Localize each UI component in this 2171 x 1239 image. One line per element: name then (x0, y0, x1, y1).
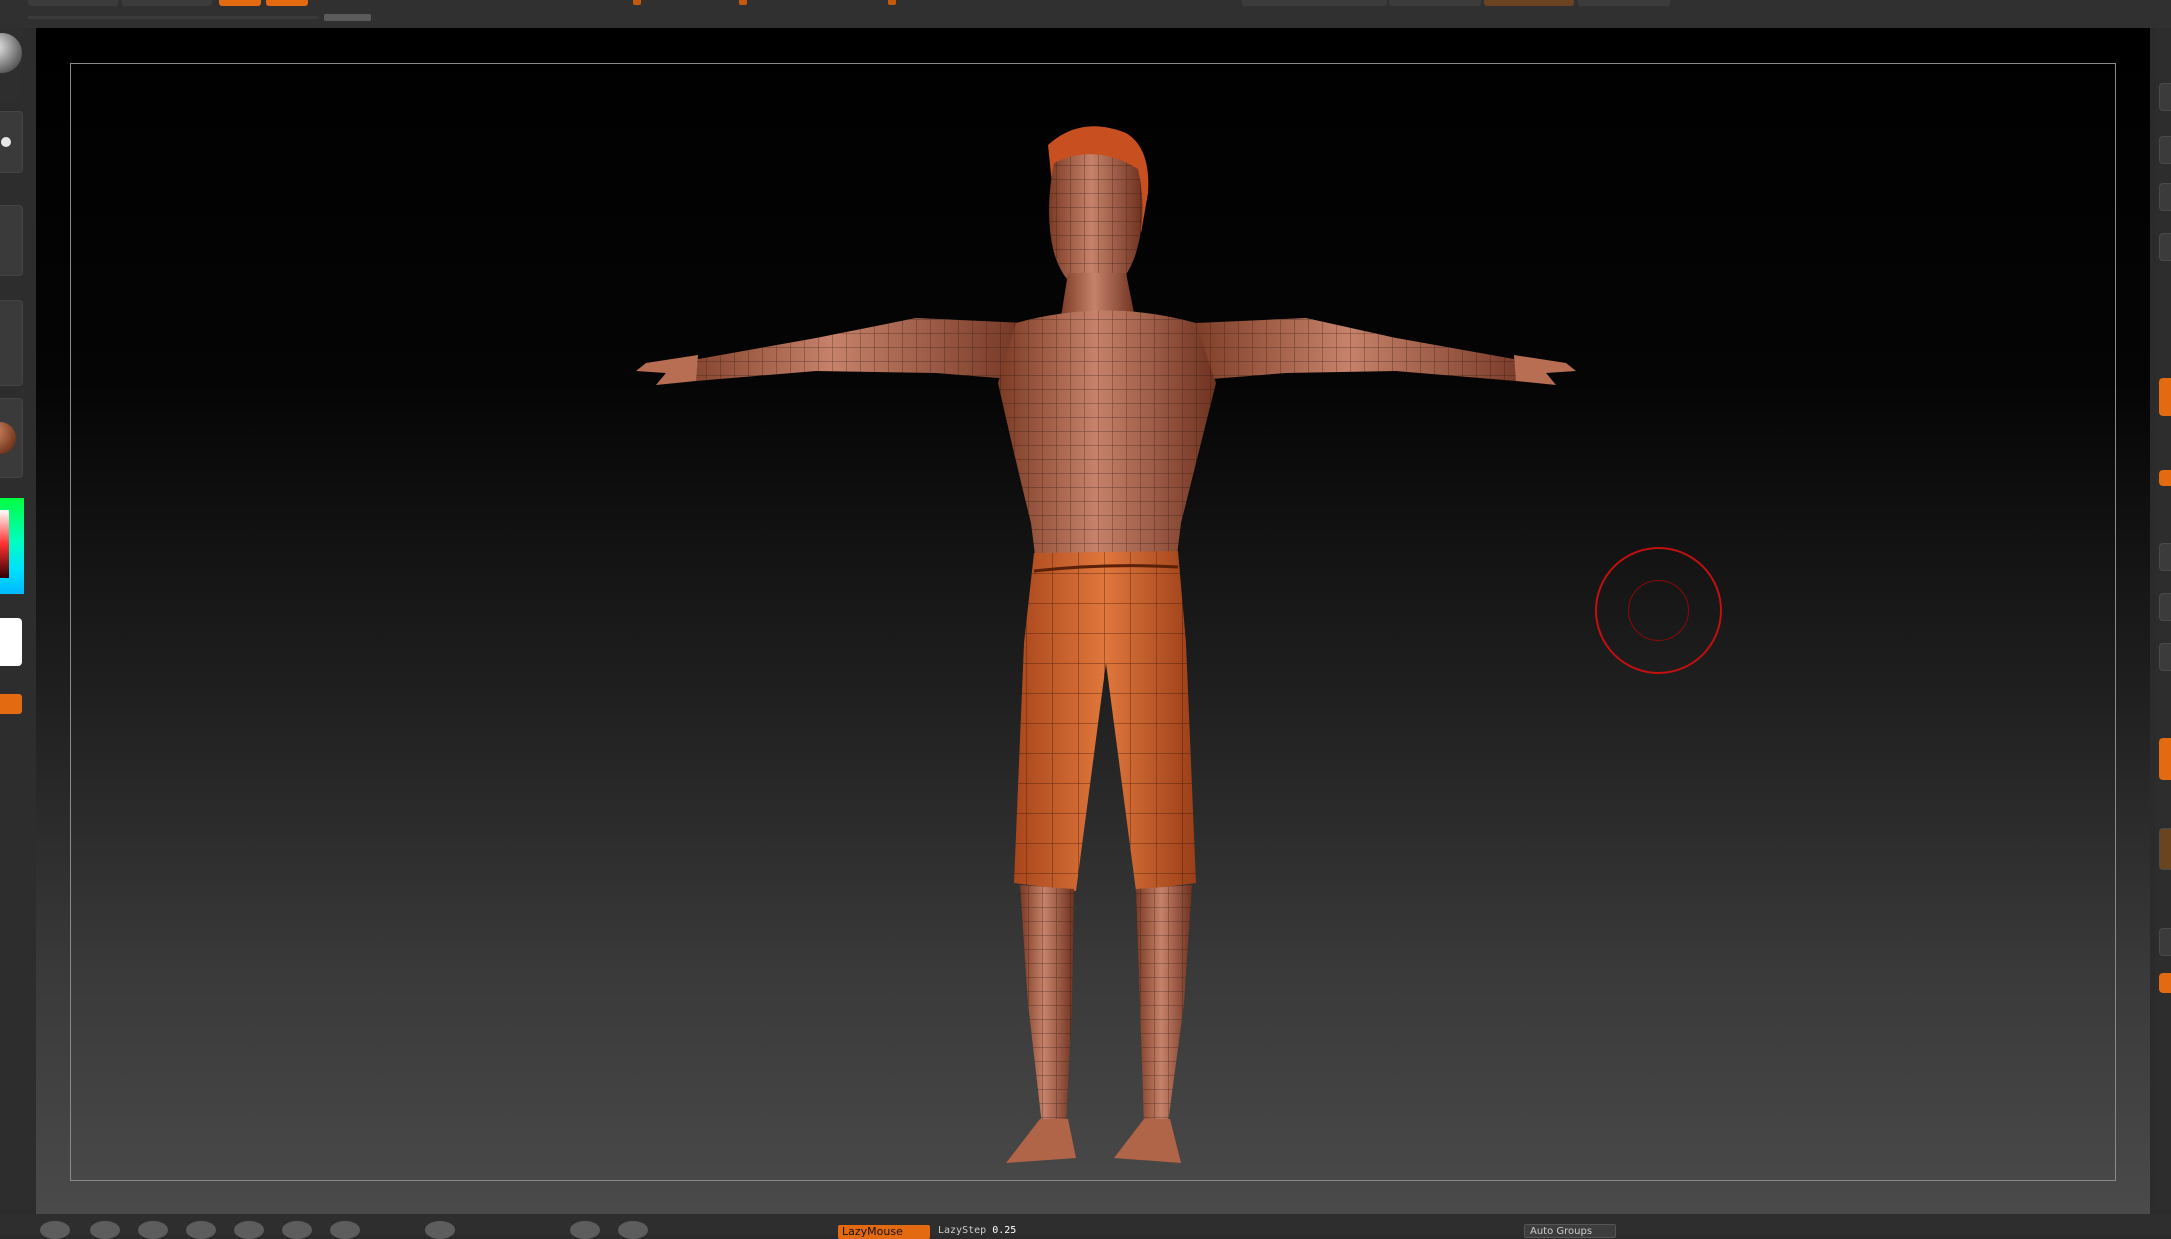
brush-cursor-icon (1595, 547, 1722, 674)
top-shelf-toggle[interactable] (219, 0, 261, 6)
bottom-shelf-button[interactable] (186, 1221, 216, 1239)
right-tray-button[interactable] (2159, 136, 2171, 164)
top-shelf-button[interactable] (1242, 0, 1387, 6)
right-tray-button[interactable] (2159, 643, 2171, 671)
bottom-shelf-button[interactable] (425, 1221, 455, 1239)
top-shelf-button[interactable] (1578, 0, 1670, 6)
right-tray-button[interactable] (2159, 543, 2171, 571)
model-left-hand (636, 355, 698, 385)
model-right-foot (1114, 1119, 1181, 1163)
brush-stroke-button[interactable] (0, 111, 23, 173)
draw-size-track (28, 16, 318, 19)
top-shelf-toggle[interactable] (266, 0, 308, 6)
model-right-hand (1514, 355, 1576, 385)
brush-stroke-icon (1, 137, 11, 147)
right-tray-button[interactable] (2159, 183, 2171, 211)
color-picker[interactable] (0, 498, 24, 594)
secondary-color-swatch[interactable] (0, 618, 22, 666)
right-tray-button[interactable] (2159, 593, 2171, 621)
switch-color-button[interactable] (0, 694, 22, 714)
top-shelf-button[interactable] (122, 0, 212, 6)
right-tray-toggle[interactable] (2159, 470, 2171, 486)
bottom-shelf-button[interactable] (138, 1221, 168, 1239)
alpha-button[interactable] (0, 300, 23, 386)
right-tray-toggle[interactable] (2159, 378, 2171, 416)
left-tray (0, 28, 36, 1208)
bottom-shelf-button[interactable] (570, 1221, 600, 1239)
bottom-shelf (0, 1214, 2171, 1239)
brush-focal-ring (1628, 580, 1689, 641)
right-tray-toggle[interactable] (2159, 973, 2171, 993)
material-sphere-icon (0, 33, 22, 73)
lazystep-value: 0.25 (992, 1225, 1017, 1236)
texture-button[interactable] (0, 205, 23, 276)
bottom-shelf-button[interactable] (330, 1221, 360, 1239)
3d-model-figure (636, 126, 1576, 1163)
top-shelf-button[interactable] (28, 0, 118, 6)
auto-groups-button[interactable]: Auto Groups (1524, 1224, 1616, 1238)
right-tray-button[interactable] (2159, 828, 2171, 870)
lazystep-label: LazyStep (938, 1225, 987, 1236)
right-tray-button[interactable] (2159, 233, 2171, 261)
right-tray-toggle[interactable] (2159, 738, 2171, 780)
bottom-shelf-button[interactable] (90, 1221, 120, 1239)
right-tray-button[interactable] (2159, 83, 2171, 111)
bottom-shelf-button[interactable] (618, 1221, 648, 1239)
right-tray (2156, 28, 2171, 1208)
model-left-foot (1006, 1119, 1076, 1163)
color-picker-icon (0, 498, 24, 594)
lazystep-slider[interactable]: LazyStep 0.25 (938, 1225, 1016, 1237)
draw-size-slider[interactable] (324, 14, 371, 21)
bottom-shelf-button[interactable] (40, 1221, 70, 1239)
top-shelf-indicator (888, 0, 896, 5)
document-viewport[interactable] (36, 28, 2150, 1214)
top-shelf-indicator (633, 0, 641, 5)
bottom-shelf-button[interactable] (282, 1221, 312, 1239)
top-shelf-indicator (739, 0, 747, 5)
lazymouse-button[interactable]: LazyMouse (838, 1225, 930, 1239)
material-sphere-button[interactable] (0, 28, 22, 100)
top-shelf-button[interactable] (1389, 0, 1481, 6)
bottom-shelf-button[interactable] (234, 1221, 264, 1239)
top-shelf (0, 0, 2171, 28)
right-tray-button[interactable] (2159, 928, 2171, 956)
top-shelf-button[interactable] (1484, 0, 1574, 6)
material-button[interactable] (0, 398, 23, 478)
skin-material-icon (0, 422, 16, 454)
